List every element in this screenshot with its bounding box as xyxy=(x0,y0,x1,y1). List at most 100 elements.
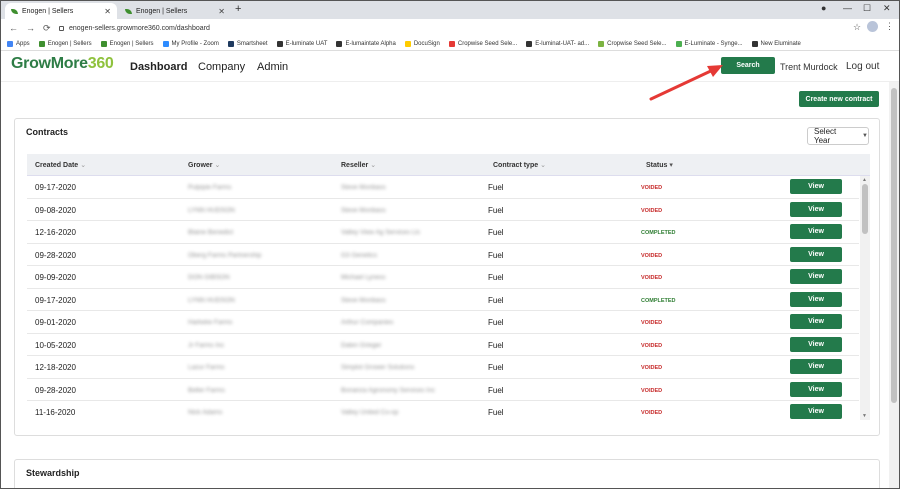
status-badge: VOIDED xyxy=(641,185,663,191)
header-label: Created Date xyxy=(35,162,79,169)
bookmark-item[interactable]: Cropwise Seed Sele... xyxy=(598,40,667,47)
bookmark-label: Cropwise Seed Sele... xyxy=(457,40,518,47)
contract-type-cell: Fuel xyxy=(488,273,504,282)
sort-icon: ⌄ xyxy=(214,162,221,169)
enogen-favicon-icon xyxy=(11,8,18,14)
stewardship-card: Stewardship xyxy=(14,459,880,488)
close-window-icon[interactable]: ✕ xyxy=(883,3,891,14)
back-icon[interactable]: ← xyxy=(9,23,18,33)
table-scrollbar[interactable]: ▲ ▼ xyxy=(860,176,870,420)
bookmark-item[interactable]: E-luminate UAT xyxy=(276,40,327,47)
column-header-contract-type[interactable]: Contract type ⌄ xyxy=(493,161,546,169)
account-circle-icon[interactable]: ● xyxy=(821,3,826,13)
view-button[interactable]: View xyxy=(790,381,842,397)
created-date-cell: 09-08-2020 xyxy=(35,205,76,215)
minimize-icon[interactable]: — xyxy=(843,3,852,13)
created-date-cell: 09-28-2020 xyxy=(35,250,76,260)
browser-tab-2[interactable]: Enogen | Sellers ✕ xyxy=(119,3,231,19)
table-row: 09-08-2020 LYNN HUDSON Steve Monbass Fuel VO… xyxy=(27,199,859,221)
bookmark-item[interactable]: E-Luminate - Synge... xyxy=(675,40,743,47)
table-row: 12-16-2020 Blaine Benedict Valley View Ag … xyxy=(27,221,859,244)
status-badge: COMPLETED xyxy=(641,297,676,304)
column-header-reseller[interactable]: Reseller ⌄ xyxy=(341,161,376,169)
bookmark-item[interactable]: New Eluminate xyxy=(751,40,801,47)
view-button[interactable]: View xyxy=(790,224,842,239)
created-date-cell: 12-18-2020 xyxy=(35,363,76,372)
nav-dashboard[interactable]: Dashboard xyxy=(130,61,187,73)
scrollbar-thumb[interactable] xyxy=(862,184,868,234)
new-tab-icon[interactable]: + xyxy=(235,3,241,15)
select-year-dropdown[interactable]: Select Year ▼ xyxy=(807,127,869,145)
bookmarks-bar: Apps Enogen | Sellers Enogen | Sellers My P… xyxy=(1,37,899,51)
contract-type-cell: Fuel xyxy=(488,363,504,372)
bookmark-label: Smartsheet xyxy=(236,40,268,47)
view-button[interactable]: View xyxy=(790,314,842,329)
reseller-cell: Valley View Ag Services Llc xyxy=(341,229,421,236)
sort-icon: ⌄ xyxy=(370,162,377,169)
growmore360-logo[interactable]: GrowMore360 xyxy=(11,55,114,73)
status-badge: COMPLETED xyxy=(641,230,676,236)
bookmark-favicon-icon xyxy=(38,40,45,47)
bookmark-item[interactable]: E-lumaintate Alpha xyxy=(336,40,396,47)
bookmark-label: Enogen | Sellers xyxy=(47,40,92,47)
bookmark-favicon-icon xyxy=(227,40,234,47)
page-scrollbar[interactable] xyxy=(889,82,899,488)
maximize-icon[interactable]: ☐ xyxy=(863,3,871,14)
reload-icon[interactable]: ⟳ xyxy=(43,23,51,34)
nav-admin[interactable]: Admin xyxy=(257,61,288,73)
status-badge: VOIDED xyxy=(641,410,663,416)
logo-number: 360 xyxy=(87,55,114,72)
bookmark-item[interactable]: Enogen | Sellers xyxy=(100,40,154,47)
close-tab-icon[interactable]: ✕ xyxy=(104,7,111,16)
view-button[interactable]: View xyxy=(790,336,842,352)
bookmark-favicon-icon xyxy=(751,40,758,47)
bookmark-item[interactable]: My Profile - Zoom xyxy=(162,40,219,47)
grower-cell: Beller Farms xyxy=(188,386,225,394)
browser-menu-icon[interactable]: ⋮ xyxy=(885,21,894,32)
column-header-status[interactable]: Status ▾ xyxy=(646,161,673,169)
column-header-grower[interactable]: Grower ⌄ xyxy=(188,161,220,169)
created-date-cell: 09-09-2020 xyxy=(35,273,76,282)
create-new-contract-button[interactable]: Create new contract xyxy=(799,91,879,107)
bookmark-item[interactable]: Apps xyxy=(7,40,30,47)
bookmark-item[interactable]: E-luminat-UAT- ad... xyxy=(526,40,590,47)
reseller-cell: Dalen Grieger xyxy=(341,341,382,349)
bookmark-item[interactable]: Smartsheet xyxy=(227,40,268,47)
bookmark-item[interactable]: DocuSign xyxy=(404,40,440,47)
contract-type-cell: Fuel xyxy=(488,228,504,237)
header-label: Status xyxy=(646,162,668,169)
browser-tab-1[interactable]: Enogen | Sellers ✕ xyxy=(5,3,117,19)
bookmark-label: E-luminat-UAT- ad... xyxy=(535,40,590,47)
logo-text: GrowMore xyxy=(11,55,88,72)
page-scrollbar-thumb[interactable] xyxy=(891,88,897,403)
nav-company[interactable]: Company xyxy=(198,61,245,73)
view-button[interactable]: View xyxy=(790,246,842,262)
column-header-created-date[interactable]: Created Date ⌄ xyxy=(35,161,86,169)
grower-cell: Harkeke Farms xyxy=(188,319,233,326)
bookmark-star-icon[interactable]: ☆ xyxy=(853,22,861,33)
scroll-up-icon[interactable]: ▲ xyxy=(862,177,867,183)
grower-cell: Jr Farms Inc xyxy=(188,341,225,349)
logout-link[interactable]: Log out xyxy=(846,61,879,72)
bookmark-item[interactable]: Cropwise Seed Sele... xyxy=(448,40,518,47)
profile-avatar[interactable] xyxy=(867,21,878,32)
view-button[interactable]: View xyxy=(790,359,842,374)
stewardship-title: Stewardship xyxy=(26,468,80,478)
url-field[interactable]: enogen-sellers.growmore360.com/dashboard xyxy=(59,21,849,35)
view-button[interactable]: View xyxy=(790,269,842,284)
user-name[interactable]: Trent Murdock xyxy=(780,62,838,72)
close-tab-icon[interactable]: ✕ xyxy=(218,7,225,16)
forward-icon[interactable]: → xyxy=(26,23,35,33)
tab-title: Enogen | Sellers xyxy=(136,7,188,15)
status-badge: VOIDED xyxy=(641,275,663,281)
table-row: 09-17-2020 Pulpipie Farms Steve Monbass Fue… xyxy=(27,176,859,199)
view-button[interactable]: View xyxy=(790,291,842,307)
bookmark-favicon-icon xyxy=(336,40,343,47)
bookmark-item[interactable]: Enogen | Sellers xyxy=(38,40,92,47)
scroll-down-icon[interactable]: ▼ xyxy=(862,413,867,419)
view-button[interactable]: View xyxy=(790,201,842,217)
view-button[interactable]: View xyxy=(790,404,842,419)
bookmark-label: New Eluminate xyxy=(760,40,801,47)
table-row: 09-09-2020 DON GIBSON Michael Lyness Fuel VO… xyxy=(27,266,859,289)
view-button[interactable]: View xyxy=(790,179,842,194)
